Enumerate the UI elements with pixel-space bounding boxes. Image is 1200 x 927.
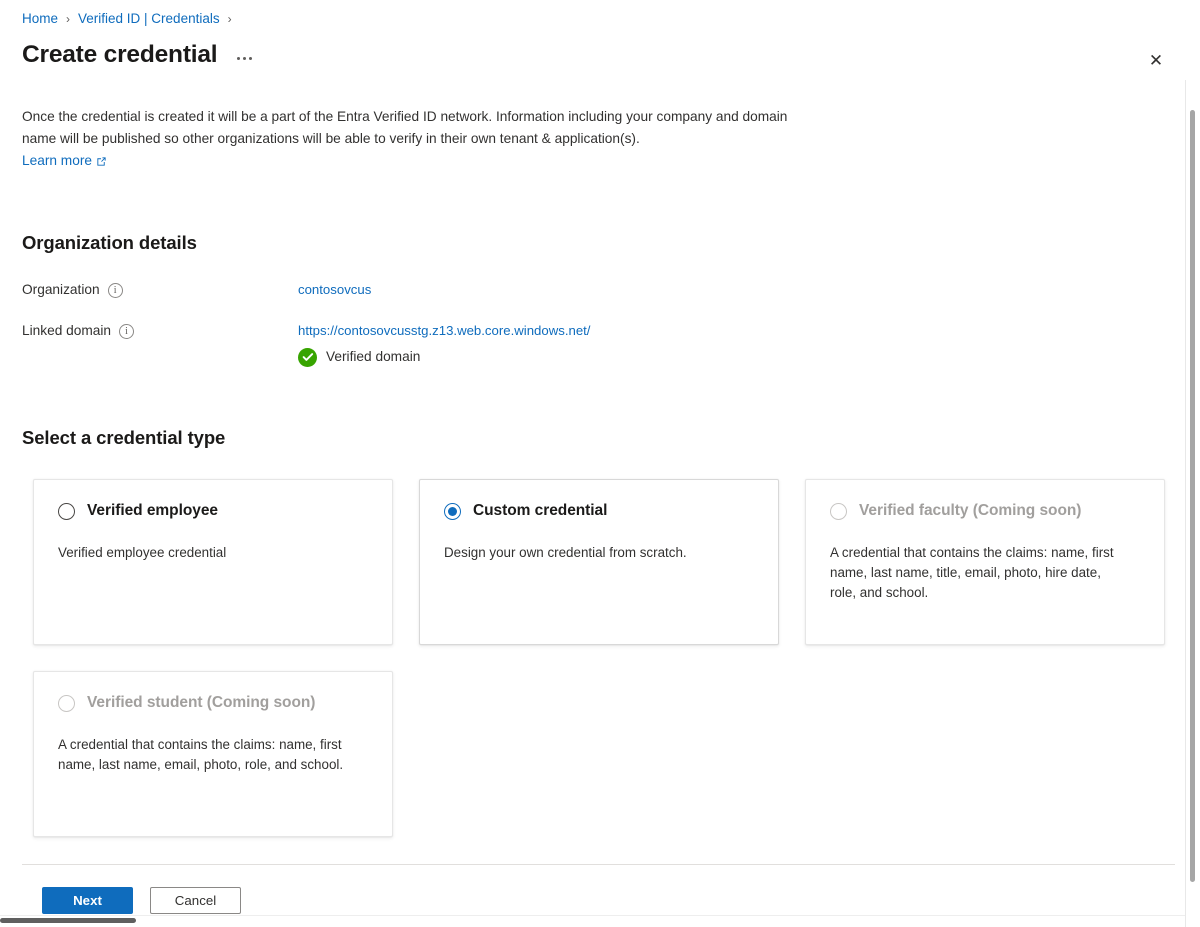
credential-type-card-list: Verified employee Verified employee cred… bbox=[33, 479, 1166, 837]
breadcrumb-item-verified-id-credentials[interactable]: Verified ID | Credentials bbox=[78, 10, 220, 28]
card-header: Custom credential bbox=[444, 502, 754, 520]
card-title: Verified employee bbox=[87, 502, 218, 519]
breadcrumb-separator-icon-2: › bbox=[227, 12, 232, 26]
credential-card-verified-employee[interactable]: Verified employee Verified employee cred… bbox=[33, 479, 393, 645]
intro-paragraph: Once the credential is created it will b… bbox=[22, 109, 788, 146]
footer-actions: Next Cancel bbox=[42, 887, 241, 914]
learn-more-label: Learn more bbox=[22, 153, 92, 168]
create-credential-blade: Home › Verified ID | Credentials › Creat… bbox=[0, 0, 1200, 927]
vertical-scrollbar-thumb[interactable] bbox=[1190, 110, 1195, 882]
dot bbox=[248, 56, 252, 60]
card-description: A credential that contains the claims: n… bbox=[58, 737, 344, 772]
intro-text-block: Once the credential is created it will b… bbox=[22, 106, 792, 172]
breadcrumb-item-home[interactable]: Home bbox=[22, 10, 58, 28]
footer-divider bbox=[22, 864, 1175, 865]
field-value-linked-domain: https://contosovcusstg.z13.web.core.wind… bbox=[298, 321, 590, 367]
linked-domain-label-text: Linked domain bbox=[22, 323, 112, 338]
page-title: Create credential bbox=[22, 41, 218, 68]
external-link-icon bbox=[96, 156, 107, 167]
card-description: Design your own credential from scratch. bbox=[444, 545, 687, 560]
cancel-button[interactable]: Cancel bbox=[150, 887, 241, 914]
credential-card-verified-faculty: Verified faculty (Coming soon) A credent… bbox=[805, 479, 1165, 645]
field-organization: Organization i contosovcus bbox=[22, 280, 371, 300]
radio-verified-student bbox=[58, 694, 75, 712]
card-title: Custom credential bbox=[473, 502, 608, 519]
more-commands-icon[interactable] bbox=[231, 45, 257, 71]
field-value-organization: contosovcus bbox=[298, 280, 371, 300]
field-label-linked-domain: Linked domain i bbox=[22, 321, 298, 341]
organization-label-text: Organization bbox=[22, 282, 100, 297]
radio-verified-employee[interactable] bbox=[58, 502, 75, 520]
horizontal-scrollbar-thumb[interactable] bbox=[0, 918, 136, 923]
check-circle-icon bbox=[298, 347, 317, 367]
dot bbox=[242, 56, 246, 60]
close-icon[interactable]: ✕ bbox=[1140, 44, 1172, 76]
organization-link[interactable]: contosovcus bbox=[298, 282, 371, 297]
verified-domain-label: Verified domain bbox=[326, 349, 421, 364]
card-title: Verified student (Coming soon) bbox=[87, 694, 316, 711]
title-row: Create credential bbox=[22, 38, 257, 72]
card-header: Verified faculty (Coming soon) bbox=[830, 502, 1140, 520]
card-title: Verified faculty (Coming soon) bbox=[859, 502, 1082, 519]
radio-custom-credential[interactable] bbox=[444, 502, 461, 520]
dot bbox=[236, 56, 240, 60]
credential-type-heading: Select a credential type bbox=[22, 427, 226, 448]
breadcrumb: Home › Verified ID | Credentials › bbox=[22, 10, 240, 28]
next-button[interactable]: Next bbox=[42, 887, 133, 914]
card-description: Verified employee credential bbox=[58, 545, 227, 560]
organization-details-heading: Organization details bbox=[22, 232, 197, 253]
learn-more-link[interactable]: Learn more bbox=[22, 150, 107, 172]
card-header: Verified employee bbox=[58, 502, 368, 520]
radio-verified-faculty bbox=[830, 502, 847, 520]
horizontal-scrollbar-track[interactable] bbox=[0, 915, 1185, 927]
field-label-organization: Organization i bbox=[22, 280, 298, 300]
credential-card-verified-student: Verified student (Coming soon) A credent… bbox=[33, 671, 393, 837]
breadcrumb-separator-icon: › bbox=[66, 12, 71, 26]
card-header: Verified student (Coming soon) bbox=[58, 694, 368, 712]
verified-domain-status: Verified domain bbox=[298, 347, 590, 367]
card-description: A credential that contains the claims: n… bbox=[830, 545, 1114, 600]
field-linked-domain: Linked domain i https://contosovcusstg.z… bbox=[22, 321, 590, 367]
info-icon[interactable]: i bbox=[107, 282, 123, 298]
info-icon[interactable]: i bbox=[119, 323, 135, 339]
credential-card-custom-credential[interactable]: Custom credential Design your own creden… bbox=[419, 479, 779, 645]
linked-domain-link[interactable]: https://contosovcusstg.z13.web.core.wind… bbox=[298, 323, 590, 338]
